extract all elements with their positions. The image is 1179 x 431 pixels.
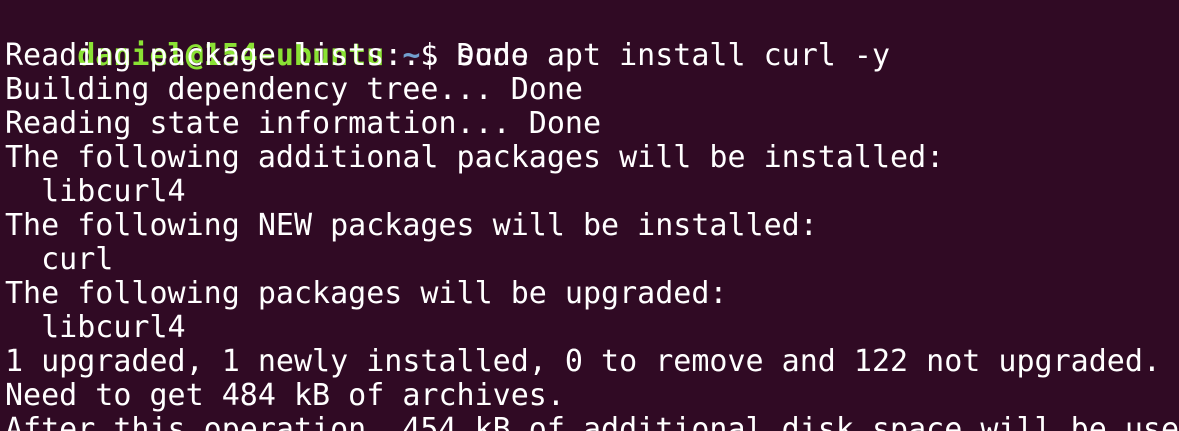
output-line: libcurl4 <box>5 174 186 209</box>
output-line: The following NEW packages will be insta… <box>5 208 818 243</box>
terminal-window[interactable]: daniel@154-ubuntu:~$ sudo apt install cu… <box>0 0 1179 431</box>
output-line: Reading state information... Done <box>5 106 602 141</box>
output-line: The following packages will be upgraded: <box>5 276 728 311</box>
output-line: Need to get 484 kB of archives. <box>5 378 565 413</box>
output-line: libcurl4 <box>5 310 186 345</box>
output-line: curl <box>5 242 114 277</box>
output-line: After this operation, 454 kB of addition… <box>5 412 1179 431</box>
prompt-line: daniel@154-ubuntu:~$ sudo apt install cu… <box>5 5 1179 73</box>
output-line: Building dependency tree... Done <box>5 72 583 107</box>
output-line: The following additional packages will b… <box>5 140 945 175</box>
output-line: 1 upgraded, 1 newly installed, 0 to remo… <box>5 344 1161 379</box>
